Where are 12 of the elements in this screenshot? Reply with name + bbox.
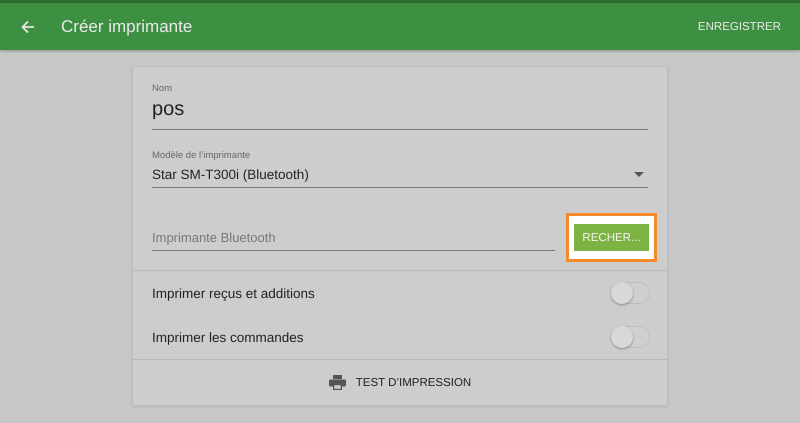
screen-title: Créer imprimante bbox=[61, 16, 192, 36]
toggle-switch[interactable] bbox=[611, 282, 650, 304]
toggle-switch[interactable] bbox=[611, 326, 650, 348]
printer-icon bbox=[328, 375, 346, 390]
name-field[interactable]: Nom pos bbox=[152, 83, 648, 130]
toggle-label: Imprimer reçus et additions bbox=[152, 286, 315, 300]
back-arrow-icon[interactable] bbox=[21, 20, 35, 34]
bluetooth-printer-field[interactable]: Imprimante Bluetooth bbox=[152, 224, 555, 250]
toggle-label: Imprimer les commandes bbox=[152, 330, 304, 344]
caret-icon bbox=[634, 172, 644, 177]
test-print-button[interactable]: TEST D’IMPRESSION bbox=[133, 360, 667, 405]
printer-model-dropdown[interactable]: Modèle de l’imprimante Star SM-T300i (Bluetooth) bbox=[152, 150, 648, 188]
